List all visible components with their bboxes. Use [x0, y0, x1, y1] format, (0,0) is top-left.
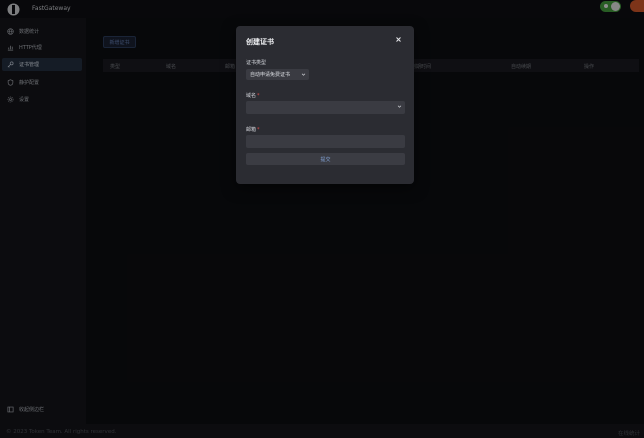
close-icon[interactable]	[394, 35, 403, 44]
cert-type-value: 自动申请免费证书	[250, 72, 291, 78]
domain-select[interactable]	[246, 101, 405, 114]
domain-label: 域名*	[246, 92, 260, 99]
required-mark: *	[257, 93, 260, 99]
cert-type-label: 证书类型	[246, 59, 266, 66]
cert-type-label-text: 证书类型	[246, 60, 267, 66]
domain-label-text: 域名	[246, 93, 257, 99]
chevron-down-icon	[301, 73, 306, 76]
email-label: 邮箱*	[246, 126, 260, 133]
email-label-text: 邮箱	[246, 127, 257, 133]
submit-button[interactable]: 提交	[246, 153, 405, 165]
dialog-title: 创建证书	[246, 38, 274, 46]
required-mark: *	[257, 127, 260, 133]
create-certificate-dialog: 创建证书 证书类型 自动申请免费证书 域名* 邮箱* 提交	[236, 26, 414, 184]
cert-type-select[interactable]: 自动申请免费证书	[246, 69, 309, 80]
chevron-down-icon	[397, 105, 402, 108]
email-field[interactable]	[246, 135, 405, 148]
